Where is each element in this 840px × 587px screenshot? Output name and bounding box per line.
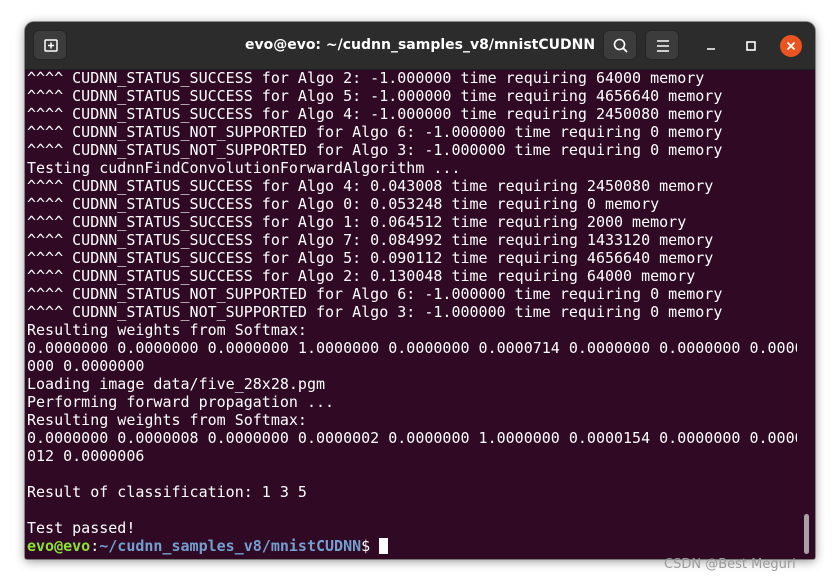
search-button[interactable] bbox=[603, 30, 637, 60]
terminal-window: evo@evo: ~/cudnn_samples_v8/mnistCUDNN ^… bbox=[25, 22, 815, 559]
output-line: 000 0.0000000 bbox=[27, 357, 145, 375]
output-lines: ^^^^ CUDNN_STATUS_SUCCESS for Algo 2: -1… bbox=[27, 69, 797, 537]
output-line: ^^^^ CUDNN_STATUS_SUCCESS for Algo 2: 0.… bbox=[27, 267, 696, 285]
maximize-icon bbox=[746, 41, 756, 51]
output-line: 0.0000000 0.0000000 0.0000000 1.0000000 … bbox=[27, 339, 797, 357]
output-line: Result of classification: 1 3 5 bbox=[27, 483, 307, 501]
watermark: CSDN @Best Meguri bbox=[664, 557, 796, 572]
output-line: ^^^^ CUDNN_STATUS_SUCCESS for Algo 2: -1… bbox=[27, 69, 705, 87]
output-line: Resulting weights from Softmax: bbox=[27, 411, 307, 429]
terminal-output[interactable]: ^^^^ CUDNN_STATUS_SUCCESS for Algo 2: -1… bbox=[27, 69, 797, 559]
prompt-user-host: evo@evo bbox=[27, 537, 91, 555]
hamburger-menu-icon bbox=[657, 40, 669, 52]
output-line: ^^^^ CUDNN_STATUS_NOT_SUPPORTED for Algo… bbox=[27, 303, 723, 321]
minimize-button[interactable] bbox=[700, 35, 722, 57]
close-icon bbox=[786, 41, 796, 51]
output-line: ^^^^ CUDNN_STATUS_SUCCESS for Algo 4: 0.… bbox=[27, 177, 714, 195]
prompt-path: ~/cudnn_samples_v8/mnistCUDNN bbox=[99, 537, 362, 555]
output-line: Testing cudnnFindConvolutionForwardAlgor… bbox=[27, 159, 461, 177]
window-title: evo@evo: ~/cudnn_samples_v8/mnistCUDNN bbox=[244, 37, 596, 53]
output-line: 0.0000000 0.0000008 0.0000000 0.0000002 … bbox=[27, 429, 797, 447]
maximize-button[interactable] bbox=[740, 35, 762, 57]
output-line: Test passed! bbox=[27, 519, 136, 537]
new-tab-button[interactable] bbox=[33, 30, 67, 60]
output-line: ^^^^ CUDNN_STATUS_SUCCESS for Algo 5: -1… bbox=[27, 87, 723, 105]
search-icon bbox=[613, 38, 628, 53]
prompt-line[interactable]: evo@evo:~/cudnn_samples_v8/mnistCUDNN$ bbox=[27, 537, 797, 555]
output-line: ^^^^ CUDNN_STATUS_SUCCESS for Algo 7: 0.… bbox=[27, 231, 714, 249]
menu-button[interactable] bbox=[645, 30, 679, 60]
output-line: ^^^^ CUDNN_STATUS_SUCCESS for Algo 5: 0.… bbox=[27, 249, 714, 267]
output-line: ^^^^ CUDNN_STATUS_NOT_SUPPORTED for Algo… bbox=[27, 123, 723, 141]
text-cursor bbox=[379, 538, 389, 554]
output-line: ^^^^ CUDNN_STATUS_SUCCESS for Algo 4: -1… bbox=[27, 105, 723, 123]
minimize-icon bbox=[707, 48, 715, 50]
title-bar: evo@evo: ~/cudnn_samples_v8/mnistCUDNN bbox=[25, 22, 815, 70]
output-line: ^^^^ CUDNN_STATUS_NOT_SUPPORTED for Algo… bbox=[27, 285, 723, 303]
output-line: Performing forward propagation ... bbox=[27, 393, 335, 411]
prompt-separator: : bbox=[90, 537, 100, 555]
output-line: ^^^^ CUDNN_STATUS_SUCCESS for Algo 0: 0.… bbox=[27, 195, 660, 213]
prompt-symbol: $ bbox=[361, 537, 380, 555]
output-line: ^^^^ CUDNN_STATUS_SUCCESS for Algo 1: 0.… bbox=[27, 213, 687, 231]
output-line: Loading image data/five_28x28.pgm bbox=[27, 375, 326, 393]
output-line: 012 0.0000006 bbox=[27, 447, 145, 465]
scrollbar-thumb[interactable] bbox=[804, 514, 809, 554]
output-line: Resulting weights from Softmax: bbox=[27, 321, 307, 339]
close-button[interactable] bbox=[780, 35, 802, 57]
new-tab-icon bbox=[44, 39, 58, 52]
output-line: ^^^^ CUDNN_STATUS_NOT_SUPPORTED for Algo… bbox=[27, 141, 723, 159]
